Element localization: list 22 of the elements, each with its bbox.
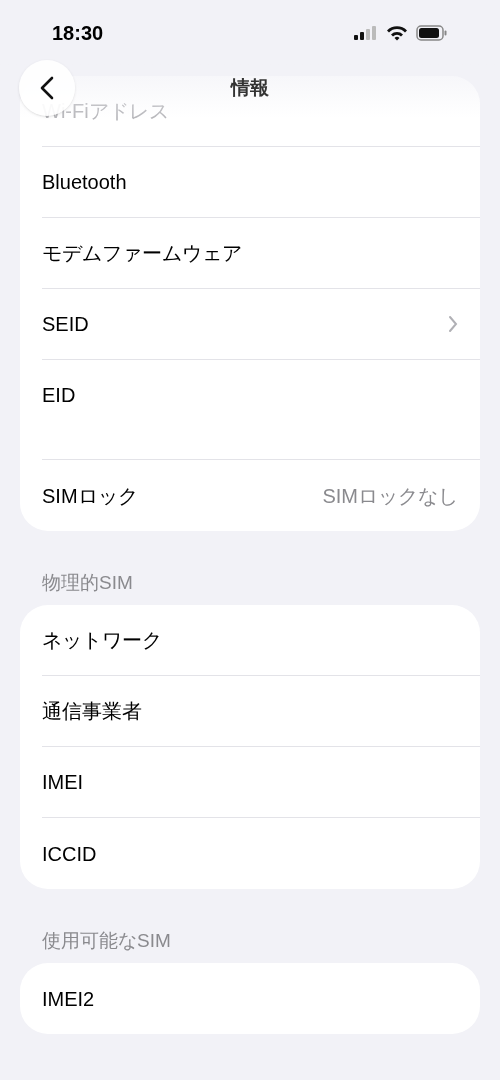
section-header: 使用可能なSIM (41, 929, 172, 953)
section-header: 物理的SIM (41, 571, 134, 595)
battery-icon (416, 25, 448, 41)
list-row[interactable]: SEID (42, 289, 480, 360)
row-label: EID (42, 383, 76, 408)
row-label: IMEI (42, 770, 84, 795)
row-label: SIMロック (42, 483, 138, 509)
row-label: Bluetooth (42, 170, 127, 195)
row-label: SEID (42, 312, 89, 337)
row-label: ICCID (42, 841, 97, 867)
row-label: ネットワーク (42, 628, 162, 653)
row-label: 通信事業者 (42, 699, 142, 724)
row-label: IMEI2 (42, 986, 95, 1012)
row-value: SIMロックなし (322, 483, 458, 509)
status-time: 18:30 (52, 21, 104, 46)
nav-title: 情報 (231, 75, 269, 100)
back-chevron-icon (40, 76, 54, 100)
row-label: モデムファームウェア (42, 241, 242, 266)
signal-icon (354, 26, 378, 40)
chevron-icon (448, 315, 458, 333)
row-label: Wi-Fiアドレス (42, 99, 169, 124)
wifi-icon (386, 25, 408, 41)
